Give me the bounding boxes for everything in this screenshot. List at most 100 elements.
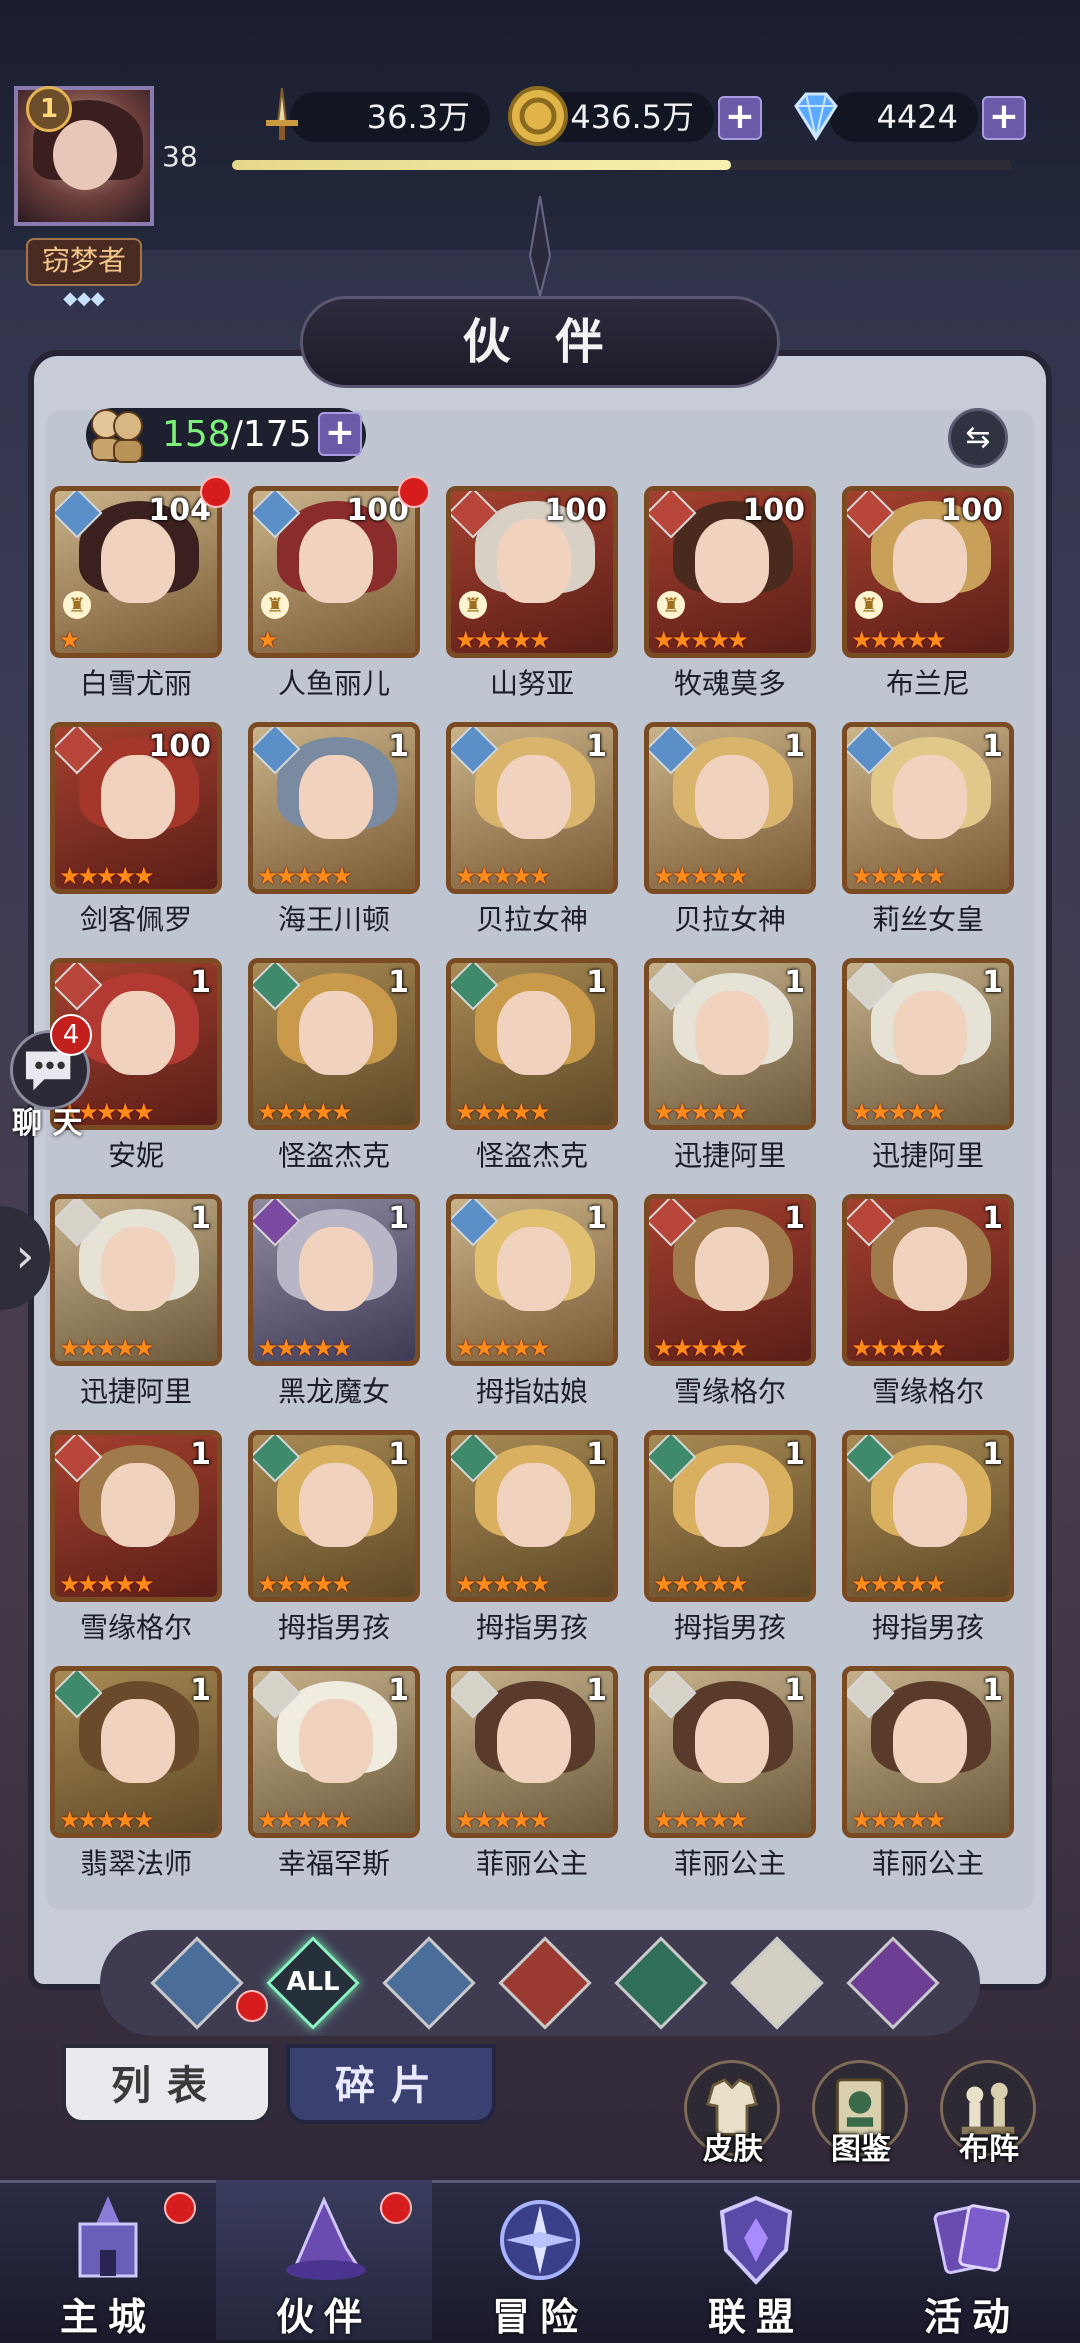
gem-value: 4424 (876, 98, 958, 136)
hero-name: 莉丝女皇 (871, 903, 984, 936)
gem-display: 4424 (830, 92, 978, 142)
hero-card[interactable]: 1 ★★★★★ (842, 1430, 1014, 1602)
hero-card[interactable]: 1 ★★★★★ (50, 1430, 222, 1602)
hero-card[interactable]: 1 ★★★★★ (446, 722, 618, 894)
hero-card[interactable]: 1 ★★★★★ (644, 722, 816, 894)
hero-card[interactable]: 1 ★★★★★ (248, 1194, 420, 1366)
hero-card[interactable]: 1 ★★★★★ (644, 958, 816, 1130)
filter-all-label: ALL (286, 1967, 340, 1997)
hero-stars: ★★★★★ (257, 862, 353, 890)
hero-stars: ★★★★★ (257, 1570, 353, 1598)
hero-card[interactable]: 1 ★★★★★ (248, 722, 420, 894)
hero-level: 1 (190, 1673, 211, 1708)
hero-stars: ★★★★★ (455, 1098, 551, 1126)
sort-swap-button[interactable]: ⇆ (948, 408, 1008, 468)
hero-stars: ★ (257, 626, 278, 654)
hero-card[interactable]: 1 ★★★★★ (842, 958, 1014, 1130)
hero-level: 1 (388, 1201, 409, 1236)
header-ornament-icon (528, 196, 552, 296)
hero-card[interactable]: 100 ♜ ★★★★★ (644, 486, 816, 658)
chat-label: 聊 天 (12, 1106, 83, 1141)
partner-count-owned: 158 (162, 414, 231, 455)
hero-card[interactable]: 1 ★★★★★ (446, 1194, 618, 1366)
add-gems-button[interactable]: + (982, 96, 1026, 140)
hero-level: 1 (784, 729, 805, 764)
add-gold-button[interactable]: + (718, 96, 762, 140)
hero-notification-dot (398, 476, 430, 508)
nav-events[interactable]: 活动 (864, 2180, 1080, 2340)
hero-card[interactable]: 1 ★★★★★ (50, 1666, 222, 1838)
deployed-pawn-icon: ♜ (855, 591, 883, 619)
hero-card[interactable]: 100 ♜ ★ (248, 486, 420, 658)
hero-level: 1 (586, 1673, 607, 1708)
hero-name: 幸福罕斯 (277, 1847, 390, 1880)
cards-icon (933, 2204, 1010, 2275)
hero-face (893, 991, 967, 1075)
hero-name: 白雪尤丽 (79, 667, 192, 700)
hero-face (695, 755, 769, 839)
hero-name: 雪缘格尔 (79, 1611, 192, 1644)
hero-stars: ★★★★★ (851, 626, 947, 654)
hero-name: 拇指男孩 (673, 1611, 786, 1644)
hero-card[interactable]: 1 ★★★★★ (248, 1666, 420, 1838)
tab-shards[interactable]: 碎片 (286, 2044, 496, 2124)
nav-main-city-red-dot (164, 2192, 196, 2224)
hero-level: 1 (982, 729, 1003, 764)
hero-name: 翡翠法师 (79, 1847, 192, 1880)
hero-card[interactable]: 1 ★★★★★ (446, 1666, 618, 1838)
hero-face (893, 755, 967, 839)
hero-level: 1 (982, 1673, 1003, 1708)
hero-stars: ★★★★★ (653, 626, 749, 654)
hero-level: 100 (544, 493, 607, 528)
hero-stars: ★★★★★ (851, 1806, 947, 1834)
hero-face (101, 991, 175, 1075)
hero-name: 菲丽公主 (475, 1847, 588, 1880)
partner-count-capacity: /175 (230, 414, 312, 455)
hero-card[interactable]: 1 ★★★★★ (446, 1430, 618, 1602)
hero-card[interactable]: 1 ★★★★★ (842, 722, 1014, 894)
hero-card[interactable]: 1 ★★★★★ (248, 958, 420, 1130)
nav-partners-label: 伙伴 (275, 2295, 372, 2339)
partners-people-icon (91, 409, 143, 463)
hero-card[interactable]: 100 ♜ ★★★★★ (842, 486, 1014, 658)
hero-card[interactable]: 1 ★★★★★ (248, 1430, 420, 1602)
hero-card[interactable]: 100 ♜ ★★★★★ (446, 486, 618, 658)
hero-card[interactable]: 100 ★★★★★ (50, 722, 222, 894)
hero-name: 迅捷阿里 (673, 1139, 786, 1172)
wizard-hat-icon (286, 2196, 366, 2280)
hero-card[interactable]: 1 ★★★★★ (644, 1194, 816, 1366)
hero-card[interactable]: 104 ♜ ★ (50, 486, 222, 658)
power-value: 36.3万 (366, 98, 470, 136)
hero-name: 雪缘格尔 (871, 1375, 984, 1408)
hero-name: 菲丽公主 (673, 1847, 786, 1880)
hero-stars: ★★★★★ (653, 1806, 749, 1834)
hero-level: 1 (388, 965, 409, 1000)
nav-adventure-label: 冒险 (491, 2295, 588, 2339)
formation-label: 布阵 (959, 2132, 1019, 2167)
hero-name: 怪盗杰克 (475, 1139, 588, 1172)
hero-name: 山努亚 (489, 667, 574, 700)
page-title: 伙 伴 (300, 296, 780, 388)
hero-name: 怪盗杰克 (277, 1139, 390, 1172)
hero-card[interactable]: 1 ★★★★★ (446, 958, 618, 1130)
hero-card[interactable]: 1 ★★★★★ (644, 1430, 816, 1602)
hero-face (497, 519, 571, 603)
nav-alliance[interactable]: 联盟 (648, 2180, 864, 2340)
hero-stars: ★★★★★ (851, 1098, 947, 1126)
hero-name: 菲丽公主 (871, 1847, 984, 1880)
hero-card[interactable]: 1 ★★★★★ (842, 1194, 1014, 1366)
hero-face (695, 991, 769, 1075)
tab-list[interactable]: 列表 (62, 2044, 272, 2124)
nav-adventure[interactable]: 冒险 (432, 2180, 648, 2340)
hero-card[interactable]: 1 ★★★★★ (644, 1666, 816, 1838)
hero-stars: ★★★★★ (653, 1334, 749, 1362)
hero-card[interactable]: 1 ★★★★★ (50, 1194, 222, 1366)
hero-stars: ★★★★★ (59, 1334, 155, 1362)
hero-card[interactable]: 1 ★★★★★ (842, 1666, 1014, 1838)
hero-face (893, 519, 967, 603)
hero-face (893, 1463, 967, 1547)
deployed-pawn-icon: ♜ (459, 591, 487, 619)
hero-stars: ★★★★★ (455, 1570, 551, 1598)
hero-face (101, 519, 175, 603)
expand-capacity-button[interactable]: + (318, 412, 362, 456)
